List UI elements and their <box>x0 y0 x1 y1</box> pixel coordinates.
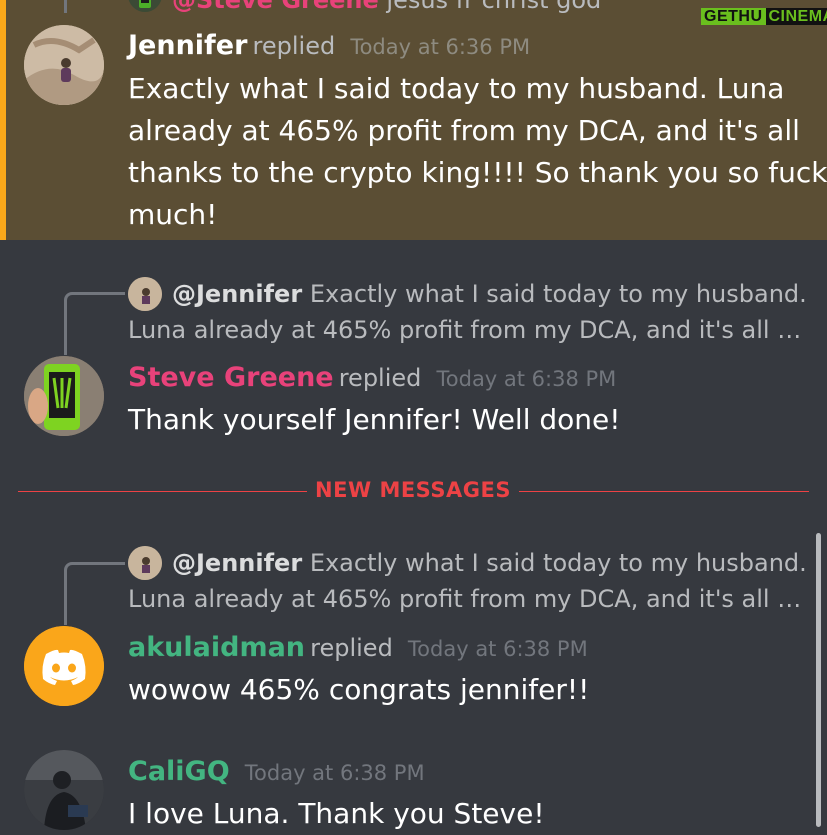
message-header: Steve Greene replied Today at 6:38 PM <box>128 362 616 393</box>
avatar[interactable] <box>24 626 104 706</box>
message-line: wowow 465% congrats jennifer!! <box>128 669 589 711</box>
reply-preview[interactable]: @Jennifer Exactly what I said today to m… <box>172 276 807 312</box>
timestamp: Today at 6:38 PM <box>408 637 588 661</box>
timestamp: Today at 6:38 PM <box>245 761 425 785</box>
reply-mention[interactable]: @Steve Greene <box>172 0 379 14</box>
discord-logo-icon <box>24 626 104 706</box>
reply-spine <box>64 0 125 13</box>
avatar[interactable] <box>24 750 104 830</box>
message-line: already at 465% profit from my DCA, and … <box>128 110 827 152</box>
message-header: akulaidman replied Today at 6:38 PM <box>128 632 588 663</box>
reply-preview-text: Exactly what I said today to my husband. <box>310 280 807 308</box>
user-photo-icon <box>128 546 162 580</box>
author-name[interactable]: Jennifer <box>128 30 247 61</box>
new-messages-line-left <box>18 491 307 492</box>
user-photo-icon <box>128 277 162 311</box>
new-messages-label: NEW MESSAGES <box>307 478 519 502</box>
reply-avatar <box>128 277 162 311</box>
reply-preview-line2: Luna already at 465% profit from my DCA,… <box>128 581 801 617</box>
message-content: Thank yourself Jennifer! Well done! <box>128 399 621 441</box>
reply-preview[interactable]: @Jennifer Exactly what I said today to m… <box>172 545 807 581</box>
reply-spine <box>64 562 125 625</box>
scrollbar[interactable] <box>816 533 821 827</box>
reply-preview-line2: Luna already at 465% profit from my DCA,… <box>128 312 801 348</box>
message-content: wowow 465% congrats jennifer!! <box>128 669 589 711</box>
reply-preview-text: jesus fr christ god <box>386 0 601 14</box>
reply-avatar <box>128 546 162 580</box>
avatar[interactable] <box>24 25 104 105</box>
reply-mention[interactable]: @Jennifer <box>172 549 302 577</box>
replied-label: replied <box>339 364 422 392</box>
watermark-logo: GETHUCINEMA <box>701 5 821 29</box>
user-photo-icon <box>24 750 104 830</box>
timestamp: Today at 6:38 PM <box>437 367 617 391</box>
message-line: thanks to the crypto king!!!! So thank y… <box>128 152 827 194</box>
user-photo-icon <box>24 25 104 105</box>
author-name[interactable]: akulaidman <box>128 632 305 663</box>
mention-highlight-bar <box>0 0 6 240</box>
message-content: I love Luna. Thank you Steve! <box>128 793 545 835</box>
message-content: Exactly what I said today to my husband.… <box>128 68 827 236</box>
reply-preview-text: Exactly what I said today to my husband. <box>310 549 807 577</box>
message-line: Thank yourself Jennifer! Well done! <box>128 399 621 441</box>
watermark-part2: CINEMA <box>766 8 827 25</box>
message-header: CaliGQ Today at 6:38 PM <box>128 756 425 787</box>
message-header: Jennifer replied Today at 6:36 PM <box>128 30 530 61</box>
message-line: Exactly what I said today to my husband.… <box>128 68 827 110</box>
reply-preview[interactable]: @Steve Greene jesus fr christ god <box>172 0 601 18</box>
replied-label: replied <box>310 634 393 662</box>
reply-mention[interactable]: @Jennifer <box>172 280 302 308</box>
energy-can-icon <box>24 356 104 436</box>
watermark-part1: GETHU <box>701 8 766 25</box>
author-name[interactable]: CaliGQ <box>128 756 230 787</box>
message-line: much! <box>128 194 827 236</box>
timestamp: Today at 6:36 PM <box>350 35 530 59</box>
replied-label: replied <box>253 32 336 60</box>
author-name[interactable]: Steve Greene <box>128 362 334 393</box>
new-messages-line-right <box>519 491 809 492</box>
avatar[interactable] <box>24 356 104 436</box>
reply-spine <box>64 292 125 355</box>
message-line: I love Luna. Thank you Steve! <box>128 793 545 835</box>
